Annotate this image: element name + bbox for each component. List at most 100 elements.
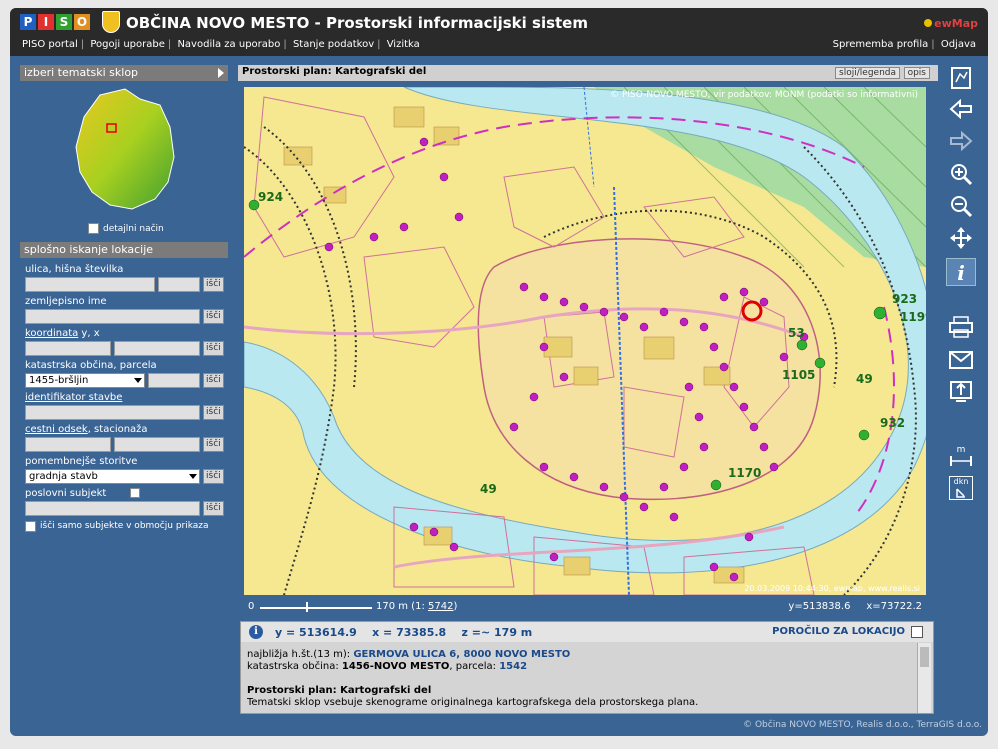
coordinate-y-input[interactable] xyxy=(25,341,111,356)
detail-mode-toggle[interactable]: detajlni način xyxy=(88,223,164,234)
road-section-input[interactable] xyxy=(25,437,111,452)
nav-link-help[interactable]: Navodila za uporabo xyxy=(177,39,280,50)
description-button[interactable]: opis xyxy=(903,67,930,79)
business-input[interactable] xyxy=(25,501,200,516)
scale-text: 170 m (1: xyxy=(376,601,428,612)
logo-letter: I xyxy=(38,14,54,30)
detail-mode-label: detajlni način xyxy=(103,223,164,234)
scale-track[interactable] xyxy=(260,607,372,609)
measure-icon[interactable]: m xyxy=(946,444,976,472)
search-panel-title: splošno iskanje lokacije xyxy=(24,243,154,256)
dkn-icon[interactable]: dkn xyxy=(949,476,973,500)
services-select[interactable]: gradnja stavb xyxy=(25,469,200,484)
road-section-link[interactable]: cestni odsek xyxy=(25,424,88,435)
nav-link-vizitka[interactable]: Vizitka xyxy=(387,39,420,50)
scale-close: ) xyxy=(453,601,458,612)
nav-link-terms[interactable]: Pogoji uporabe xyxy=(90,39,165,50)
stationing-input[interactable] xyxy=(114,437,200,452)
only-visible-label: išči samo subjekte v območju prikaza xyxy=(40,521,209,531)
search-geo-name-button[interactable]: išči xyxy=(203,309,224,324)
report-document-icon[interactable] xyxy=(911,626,923,638)
export-icon[interactable] xyxy=(946,380,976,408)
info-icon[interactable]: i xyxy=(946,258,976,286)
info-panel-body: najbližja h.št.(13 m): GERMOVA ULICA 6, … xyxy=(247,649,917,711)
field-label-building-id[interactable]: identifikator stavbe xyxy=(25,392,228,404)
parcel-input[interactable] xyxy=(148,373,200,388)
piso-logo[interactable]: P I S O xyxy=(20,14,90,30)
search-road-button[interactable]: išči xyxy=(203,437,224,452)
overview-minimap[interactable]: detajlni način xyxy=(20,81,228,234)
only-visible-checkbox[interactable] xyxy=(25,520,36,532)
location-report-link[interactable]: POROČILO ZA LOKACIJO xyxy=(772,626,905,637)
logo-letter: S xyxy=(56,14,72,30)
nav-link-portal[interactable]: PISO portal xyxy=(22,39,78,50)
clicked-coordinates: y = 513614.9 x = 73385.8 z =~ 179 m xyxy=(275,626,533,639)
business-row: išči xyxy=(25,501,228,516)
zoom-in-icon[interactable] xyxy=(946,162,976,190)
theme-panel-title: izberi tematski sklop xyxy=(24,66,139,79)
search-coordinate-button[interactable]: išči xyxy=(203,341,224,356)
scale-ratio-link[interactable]: 5742 xyxy=(428,601,453,612)
cadastral-select-value: 1455-bršljin xyxy=(29,375,89,386)
zoom-out-icon[interactable] xyxy=(946,194,976,222)
map-canvas[interactable]: 49 49 53 1105 1170 1199 923 932 924 © PI… xyxy=(244,87,926,595)
search-building-button[interactable]: išči xyxy=(203,405,224,420)
map-label: 1170 xyxy=(728,466,761,480)
coordinate-x-input[interactable] xyxy=(114,341,200,356)
forward-arrow-icon[interactable] xyxy=(946,130,976,158)
pan-icon[interactable] xyxy=(946,226,976,254)
search-parcel-button[interactable]: išči xyxy=(203,373,224,388)
cadastral-value: 1456-NOVO MESTO xyxy=(341,661,450,672)
street-input[interactable] xyxy=(25,277,155,292)
building-id-input[interactable] xyxy=(25,405,200,420)
cadastral-row: 1455-bršljin išči xyxy=(25,373,228,388)
field-label-coordinate: koordinata y, x xyxy=(25,328,228,340)
only-visible-toggle[interactable]: išči samo subjekte v območju prikaza xyxy=(25,520,228,532)
cadastral-prefix: katastrska občina: xyxy=(247,661,342,672)
scale-zero: 0 xyxy=(248,601,255,612)
map-label: 924 xyxy=(258,190,283,204)
detail-mode-checkbox[interactable] xyxy=(88,223,99,234)
top-nav-right: Sprememba profila | Odjava xyxy=(833,39,976,50)
cadastral-select[interactable]: 1455-bršljin xyxy=(25,373,145,388)
coordinate-link[interactable]: koordinata xyxy=(25,328,78,339)
chevron-down-icon xyxy=(134,378,142,383)
nav-link-data-status[interactable]: Stanje podatkov xyxy=(293,39,374,50)
coordinate-label-suffix: y, x xyxy=(78,328,100,339)
measure-label: m xyxy=(956,445,966,455)
nav-link-logout[interactable]: Odjava xyxy=(941,39,976,50)
expand-arrow-icon[interactable] xyxy=(218,68,224,78)
theme-panel-header[interactable]: izberi tematski sklop xyxy=(20,65,228,81)
map-frame-icon[interactable] xyxy=(946,66,976,94)
ewmap-dot-icon xyxy=(924,19,933,27)
ewmap-logo: ewMap xyxy=(924,17,978,30)
info-scrollbar[interactable] xyxy=(917,643,931,713)
back-arrow-icon[interactable] xyxy=(946,98,976,126)
map-label: 1199 xyxy=(900,310,926,324)
field-label-services: pomembnejše storitve xyxy=(25,456,138,467)
house-number-input[interactable] xyxy=(158,277,200,292)
search-business-button[interactable]: išči xyxy=(203,501,224,516)
search-street-button[interactable]: išči xyxy=(203,277,224,292)
parcel-link[interactable]: 1542 xyxy=(499,661,527,672)
map-label: 923 xyxy=(892,292,917,306)
scale-slider-handle[interactable] xyxy=(306,602,308,612)
mail-icon[interactable] xyxy=(946,348,976,376)
nav-link-profile[interactable]: Sprememba profila xyxy=(833,39,929,50)
search-services-button[interactable]: išči xyxy=(203,469,224,484)
map-copyright: © PISO-NOVO MESTO, vir podatkov: MONM (p… xyxy=(610,90,918,100)
business-options-icon[interactable] xyxy=(129,488,140,498)
nearest-address-link[interactable]: GERMOVA ULICA 6, 8000 NOVO MESTO xyxy=(353,649,570,660)
footer-copyright: © Občina NOVO MESTO, Realis d.o.o., Terr… xyxy=(743,720,982,730)
street-row: išči xyxy=(25,277,228,292)
geo-name-input[interactable] xyxy=(25,309,200,324)
info-glyph: i xyxy=(957,261,965,285)
search-panel-header: splošno iskanje lokacije xyxy=(20,242,228,258)
print-icon[interactable] xyxy=(946,316,976,344)
scrollbar-thumb[interactable] xyxy=(920,647,929,667)
nearest-address-line: najbližja h.št.(13 m): GERMOVA ULICA 6, … xyxy=(247,649,917,661)
nav-separator: | xyxy=(377,39,381,50)
dkn-label: dkn xyxy=(953,477,969,486)
layers-legend-button[interactable]: sloji/legenda xyxy=(835,67,900,79)
